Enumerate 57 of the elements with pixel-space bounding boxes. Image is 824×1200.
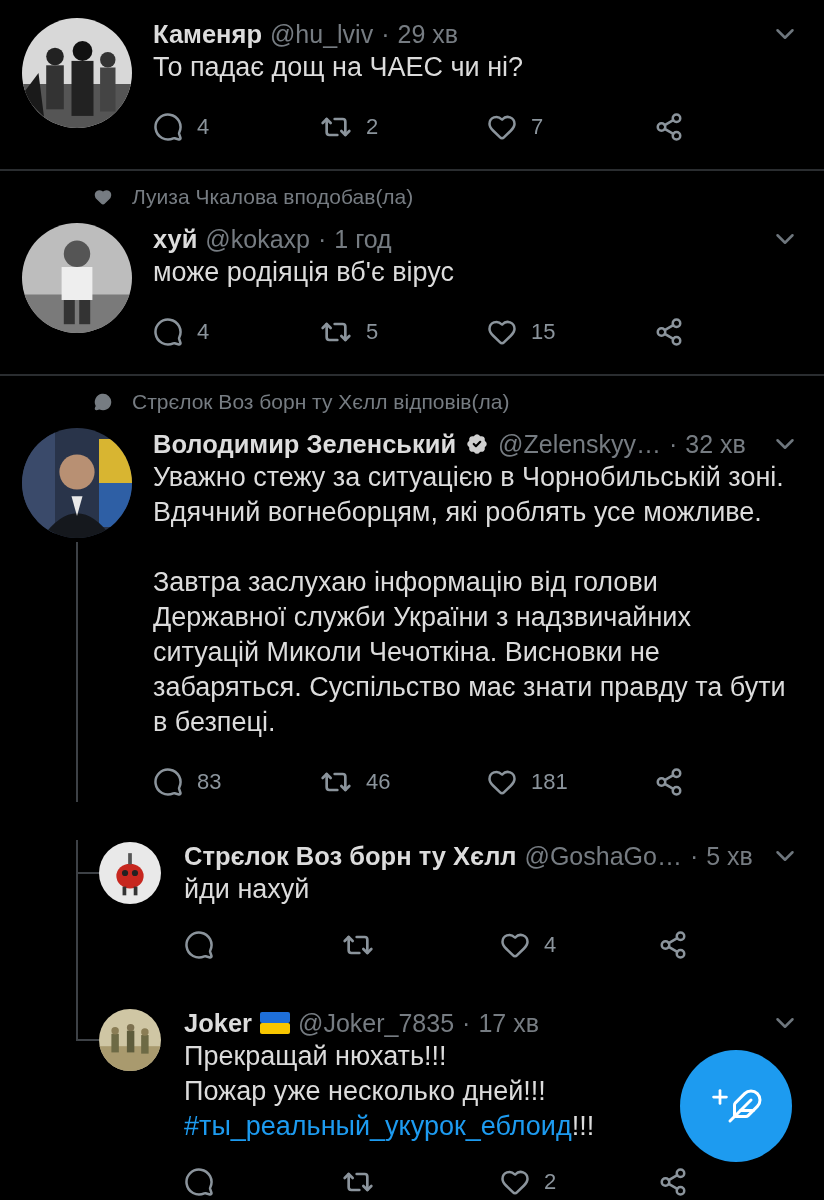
plus-icon [709, 1086, 731, 1108]
separator-dot: · [317, 224, 327, 254]
retweet-button[interactable]: 2 [320, 107, 379, 147]
retweet-button[interactable]: 46 [320, 762, 391, 802]
like-button[interactable]: 181 [487, 762, 568, 802]
author-handle[interactable]: @hu_lviv [269, 19, 374, 49]
author-handle[interactable]: @kokaxp [205, 224, 310, 254]
author-handle[interactable]: @Zelenskyy… [498, 429, 662, 459]
tweet-time: 1 год [334, 224, 392, 254]
context-text: Луиза Чкалова вподобав(ла) [132, 185, 414, 209]
speech-bubble-icon [153, 112, 183, 142]
tweet-time: 5 хв [706, 841, 753, 871]
author-name[interactable]: хуй [153, 224, 198, 254]
author-name[interactable]: Стрєлок Воз борн ту Хєлл [184, 841, 517, 871]
tweet-text: може родіяція вб'є вірус [153, 256, 454, 289]
tweet-time: 29 хв [397, 19, 459, 49]
author-name[interactable]: Володимир Зеленський [153, 429, 457, 459]
speech-bubble-icon [153, 767, 183, 797]
heart-icon [94, 188, 112, 206]
tweet-text: Уважно стежу за ситуацією в Чорнобильській зоні. Вдячний вогнеборцям, які роблять усе можливе. [153, 461, 785, 529]
speech-bubble-icon [153, 317, 183, 347]
tweet-time: 17 хв [478, 1008, 539, 1038]
author-name[interactable]: Каменяр [153, 19, 262, 49]
speech-bubble-icon [184, 1167, 214, 1197]
separator-dot: · [462, 1008, 471, 1038]
tweet-text: йди нахуй [184, 873, 310, 906]
like-button[interactable]: 4 [500, 925, 557, 965]
tweet-text: То падає дощ на ЧАЕС чи ні? [153, 51, 524, 84]
tweet-text: Прекращай нюхать!!! [184, 1040, 447, 1073]
author-name[interactable]: Joker [184, 1008, 253, 1038]
share-icon [654, 317, 684, 347]
reply-button[interactable]: 4 [153, 107, 210, 147]
feather-icon [727, 1088, 763, 1124]
share-icon [658, 1167, 688, 1197]
reply-button[interactable]: 83 [153, 762, 222, 802]
share-icon [658, 930, 688, 960]
separator-dot: · [669, 429, 678, 459]
separator-dot: · [689, 841, 699, 871]
like-button[interactable]: 2 [500, 1162, 557, 1200]
like-button[interactable]: 7 [487, 107, 544, 147]
speech-bubble-icon [184, 930, 214, 960]
tweet-text: Пожар уже несколько дней!!! [184, 1075, 546, 1108]
separator-dot: · [381, 19, 390, 49]
like-button[interactable]: 15 [487, 312, 556, 352]
speech-bubble-icon [94, 393, 112, 411]
retweet-button[interactable]: 5 [320, 312, 379, 352]
reply-button[interactable]: 4 [153, 312, 210, 352]
share-icon [654, 767, 684, 797]
author-handle[interactable]: @Joker_7835 [298, 1008, 455, 1038]
author-handle[interactable]: @GoshaGo… [524, 841, 682, 871]
tweet-text: Завтра заслухаю інформацію від голови Державної служби України з надзвичайних ситуацій Миколи Чечоткіна. Висновки не забаряться. Суспільство має знати правду та бути в безпеці. [153, 566, 787, 739]
hashtag-link[interactable]: #ты_реальный_укурок_еблоид [184, 1111, 572, 1141]
flag-icon [260, 1012, 291, 1034]
tweet-time: 32 хв [685, 429, 746, 459]
tweet-text: #ты_реальный_укурок_еблоид!!! [184, 1110, 595, 1143]
context-text: Стрєлок Воз борн ту Хєлл відповів(ла) [132, 390, 510, 414]
share-icon [654, 112, 684, 142]
